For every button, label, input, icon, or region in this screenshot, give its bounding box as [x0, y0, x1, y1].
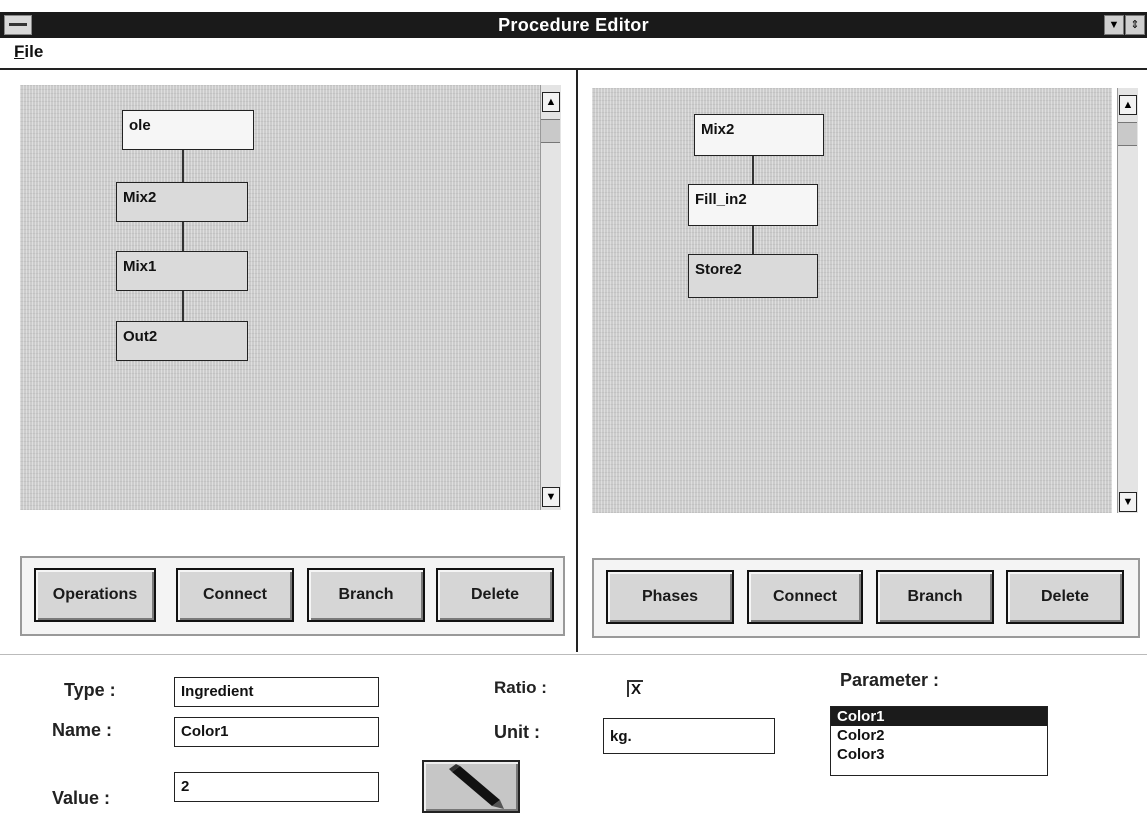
operation-node[interactable]: ole [122, 110, 254, 150]
name-label: Name : [52, 720, 113, 740]
phase-node[interactable]: Fill_in2 [688, 184, 818, 226]
left-scrollbar[interactable]: ▲ ▼ [540, 85, 561, 510]
arrow-up-icon[interactable]: ▲ [1119, 95, 1137, 115]
right-scrollbar[interactable]: ▲ ▼ [1117, 88, 1138, 513]
type-field[interactable]: Ingredient [174, 677, 379, 707]
phase-node[interactable]: Store2 [688, 254, 818, 298]
operations-button-group: Operations Connect Branch Delete [20, 556, 565, 636]
menu-file-accelerator: F [14, 42, 25, 61]
arrow-down-icon[interactable]: ▼ [1119, 492, 1137, 512]
phase-node[interactable]: Mix2 [694, 114, 824, 156]
connector [182, 150, 184, 182]
phases-button[interactable]: Phases [606, 570, 734, 624]
connect-button[interactable]: Connect [747, 570, 863, 624]
parameter-option[interactable]: Color1 [831, 707, 1047, 726]
connector [182, 291, 184, 323]
phases-canvas[interactable]: Mix2 Fill_in2 Store2 [592, 88, 1112, 513]
operation-node[interactable]: Mix1 [116, 251, 248, 291]
value-label: Value : [52, 788, 111, 808]
unit-label: Unit : [494, 722, 540, 742]
scroll-thumb[interactable] [541, 119, 560, 143]
connect-button[interactable]: Connect [176, 568, 294, 622]
scroll-thumb[interactable] [1118, 122, 1137, 146]
section-divider [0, 654, 1147, 655]
connector [752, 156, 754, 186]
arrow-down-icon[interactable]: ▼ [542, 487, 560, 507]
ratio-checkbox[interactable]: X [627, 680, 643, 697]
phases-button-group: Phases Connect Branch Delete [592, 558, 1140, 638]
type-label: Type : [64, 680, 116, 700]
operation-node[interactable]: Out2 [116, 321, 248, 361]
edit-button[interactable] [422, 760, 520, 813]
parameter-label: Parameter : [840, 670, 940, 690]
delete-button[interactable]: Delete [1006, 570, 1124, 624]
restore-icon[interactable]: ⇕ [1125, 15, 1145, 35]
branch-button[interactable]: Branch [876, 570, 994, 624]
name-field[interactable]: Color1 [174, 717, 379, 747]
parameter-listbox[interactable]: Color1 Color2 Color3 [830, 706, 1048, 776]
parameter-option[interactable]: Color2 [831, 726, 1047, 745]
window-title: Procedure Editor [498, 15, 649, 35]
connector [182, 222, 184, 254]
arrow-up-icon[interactable]: ▲ [542, 92, 560, 112]
menu-file[interactable]: File [14, 42, 43, 62]
operations-canvas[interactable]: ole Mix2 Mix1 Out2 [20, 85, 540, 510]
unit-field[interactable]: kg. [603, 718, 775, 754]
branch-button[interactable]: Branch [307, 568, 425, 622]
pane-divider [576, 70, 578, 652]
parameter-option[interactable]: Color3 [831, 745, 1047, 764]
connector [752, 226, 754, 256]
ratio-label: Ratio : [494, 678, 547, 697]
value-field[interactable]: 2 [174, 772, 379, 802]
pencil-icon [449, 764, 504, 809]
minimize-icon[interactable]: ▼ [1104, 15, 1124, 35]
delete-button[interactable]: Delete [436, 568, 554, 622]
menu-bar: File [0, 38, 1147, 70]
operations-button[interactable]: Operations [34, 568, 156, 622]
operation-node[interactable]: Mix2 [116, 182, 248, 222]
menu-file-label: ile [24, 42, 44, 61]
title-bar: Procedure Editor ▼ ⇕ [0, 12, 1147, 38]
